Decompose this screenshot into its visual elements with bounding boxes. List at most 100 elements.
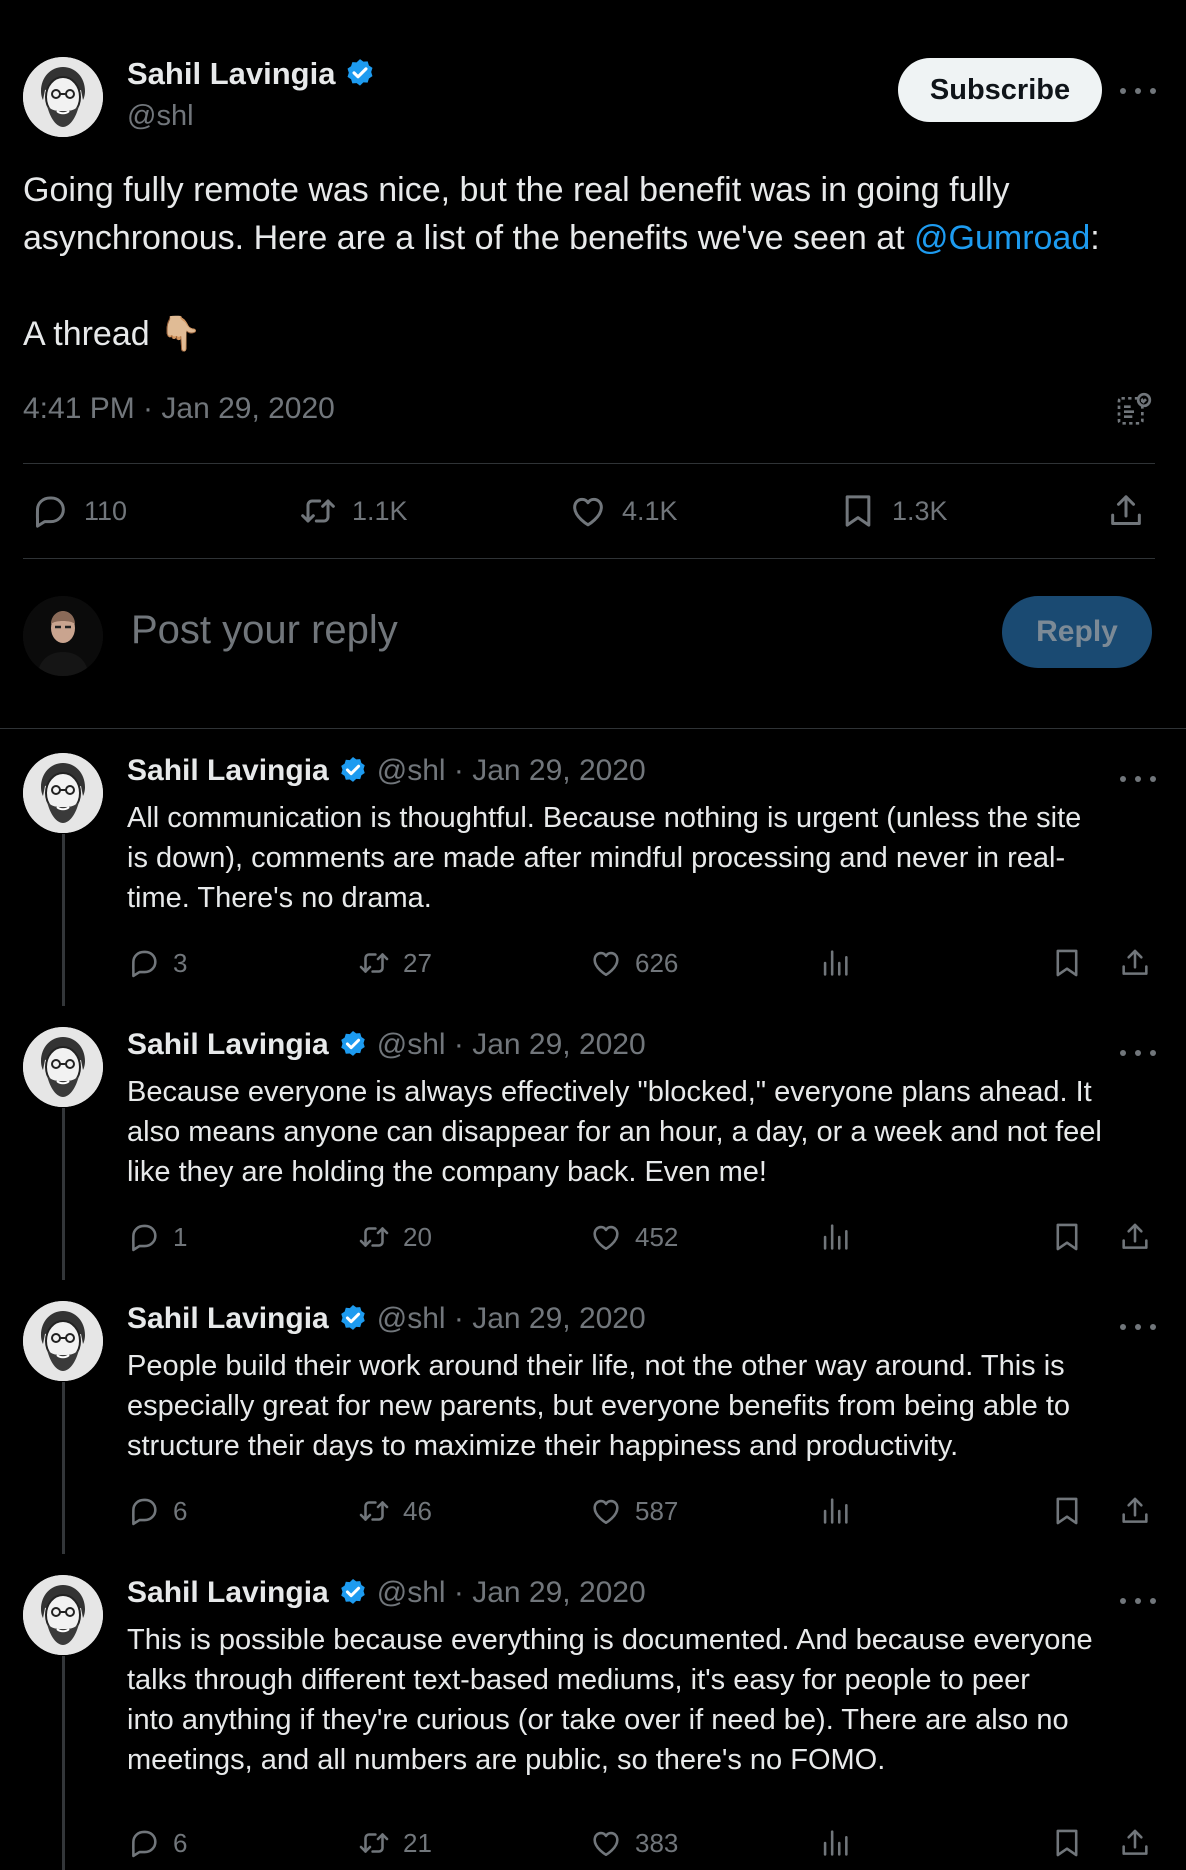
retweet-stat[interactable]: 21 <box>357 1826 432 1860</box>
like-icon[interactable] <box>589 1220 623 1254</box>
retweet-stat[interactable]: 20 <box>357 1220 432 1254</box>
reply-count: 110 <box>84 495 128 526</box>
views-icon[interactable] <box>818 1494 852 1528</box>
more-icon[interactable] <box>1120 1596 1156 1606</box>
reply-stat[interactable]: 6 <box>127 1826 187 1860</box>
like-stat[interactable]: 383 <box>589 1826 678 1860</box>
author-avatar[interactable] <box>23 57 103 137</box>
reply-icon[interactable] <box>30 491 70 531</box>
reply-stat[interactable]: 3 <box>127 946 187 980</box>
like-stat[interactable]: 452 <box>589 1220 678 1254</box>
reply-icon[interactable] <box>127 946 161 980</box>
verified-badge-icon[interactable] <box>343 57 377 91</box>
retweet-icon[interactable] <box>357 1220 391 1254</box>
tweet-text-fragment: : <box>1090 219 1100 257</box>
views-icon[interactable] <box>818 1220 852 1254</box>
bookmark-icon[interactable] <box>838 491 878 531</box>
handle-and-date[interactable]: @shl · Jan 29, 2020 <box>377 1576 646 1610</box>
verified-badge-icon[interactable] <box>337 1029 369 1061</box>
handle-and-date[interactable]: @shl · Jan 29, 2020 <box>377 1028 646 1062</box>
bookmark-icon[interactable] <box>1050 946 1084 980</box>
more-icon[interactable] <box>1120 86 1156 96</box>
tweet-timestamp[interactable]: 4:41 PM · Jan 29, 2020 <box>23 392 335 426</box>
bookmark-icon[interactable] <box>1050 1220 1084 1254</box>
tweet-text-line: meetings, and all numbers are public, so… <box>127 1744 886 1776</box>
retweet-icon[interactable] <box>357 1494 391 1528</box>
tweet-text-line: also means anyone can disappear for an h… <box>127 1116 1102 1148</box>
share-icon[interactable] <box>1118 1220 1152 1254</box>
author-avatar[interactable] <box>23 1575 103 1655</box>
retweet-stat[interactable]: 1.1K <box>298 491 408 531</box>
mention-link[interactable]: @Gumroad <box>914 219 1090 257</box>
more-icon[interactable] <box>1120 774 1156 784</box>
reply-count: 6 <box>173 1495 188 1526</box>
tweet-text-line: asynchronous. Here are a list of the ben… <box>23 214 1163 262</box>
avatar-illustration <box>23 57 103 137</box>
like-stat[interactable]: 626 <box>589 946 678 980</box>
thread-connector-line <box>62 834 65 1006</box>
reply-count: 6 <box>173 1827 188 1858</box>
like-count: 4.1K <box>622 495 678 526</box>
like-icon[interactable] <box>589 1826 623 1860</box>
reply-icon[interactable] <box>127 1494 161 1528</box>
retweet-stat[interactable]: 27 <box>357 946 432 980</box>
share-icon[interactable] <box>1106 491 1146 531</box>
reply-icon[interactable] <box>127 1826 161 1860</box>
subscribe-button[interactable]: Subscribe <box>898 58 1102 122</box>
tweet-text: This is possible because everything is d… <box>127 1620 1186 1780</box>
pointing-down-emoji: 👇🏼 <box>159 315 202 353</box>
handle-and-date[interactable]: @shl · Jan 29, 2020 <box>377 1302 646 1336</box>
handle-and-date[interactable]: @shl · Jan 29, 2020 <box>377 754 646 788</box>
like-count: 626 <box>635 947 679 978</box>
bookmark-icon[interactable] <box>1050 1494 1084 1528</box>
author-avatar[interactable] <box>23 753 103 833</box>
more-icon[interactable] <box>1120 1322 1156 1332</box>
tweet-text-line: This is possible because everything is d… <box>127 1624 1093 1656</box>
tweet-text-line: People build their work around their lif… <box>127 1350 1065 1382</box>
current-user-avatar[interactable] <box>23 596 103 676</box>
reply-button[interactable]: Reply <box>1002 596 1152 668</box>
verified-badge-icon[interactable] <box>337 1303 369 1335</box>
reply-icon[interactable] <box>127 1220 161 1254</box>
thread-connector-line <box>62 1656 65 1870</box>
bookmark-stat[interactable]: 1.3K <box>838 491 948 531</box>
author-name[interactable]: Sahil Lavingia <box>127 56 335 92</box>
retweet-stat[interactable]: 46 <box>357 1494 432 1528</box>
retweet-count: 46 <box>403 1495 432 1526</box>
share-icon[interactable] <box>1118 946 1152 980</box>
avatar-illustration <box>23 1301 103 1381</box>
views-icon[interactable] <box>818 946 852 980</box>
grok-icon[interactable] <box>1114 390 1154 430</box>
like-icon[interactable] <box>589 1494 623 1528</box>
author-name[interactable]: Sahil Lavingia <box>127 1302 329 1336</box>
retweet-count: 21 <box>403 1827 432 1858</box>
share-icon[interactable] <box>1118 1826 1152 1860</box>
author-name[interactable]: Sahil Lavingia <box>127 1028 329 1062</box>
reply-count: 3 <box>173 947 188 978</box>
bookmark-icon[interactable] <box>1050 1826 1084 1860</box>
retweet-icon[interactable] <box>357 946 391 980</box>
retweet-icon[interactable] <box>357 1826 391 1860</box>
like-stat[interactable]: 587 <box>589 1494 678 1528</box>
author-handle[interactable]: @shl <box>127 100 194 133</box>
verified-badge-icon[interactable] <box>337 1577 369 1609</box>
like-icon[interactable] <box>568 491 608 531</box>
author-avatar[interactable] <box>23 1301 103 1381</box>
like-icon[interactable] <box>589 946 623 980</box>
author-avatar[interactable] <box>23 1027 103 1107</box>
reply-input[interactable]: Post your reply <box>131 608 398 653</box>
author-name[interactable]: Sahil Lavingia <box>127 1576 329 1610</box>
more-icon[interactable] <box>1120 1048 1156 1058</box>
verified-badge-icon[interactable] <box>337 755 369 787</box>
share-icon[interactable] <box>1118 1494 1152 1528</box>
tweet-text-fragment: asynchronous. Here are a list of the ben… <box>23 219 914 257</box>
reply-stat[interactable]: 110 <box>30 491 127 531</box>
avatar-illustration <box>23 753 103 833</box>
reply-stat[interactable]: 1 <box>127 1220 187 1254</box>
author-name[interactable]: Sahil Lavingia <box>127 754 329 788</box>
retweet-icon[interactable] <box>298 491 338 531</box>
tweet-text-line: is down), comments are made after mindfu… <box>127 842 1066 874</box>
views-icon[interactable] <box>818 1826 852 1860</box>
like-stat[interactable]: 4.1K <box>568 491 678 531</box>
reply-stat[interactable]: 6 <box>127 1494 187 1528</box>
